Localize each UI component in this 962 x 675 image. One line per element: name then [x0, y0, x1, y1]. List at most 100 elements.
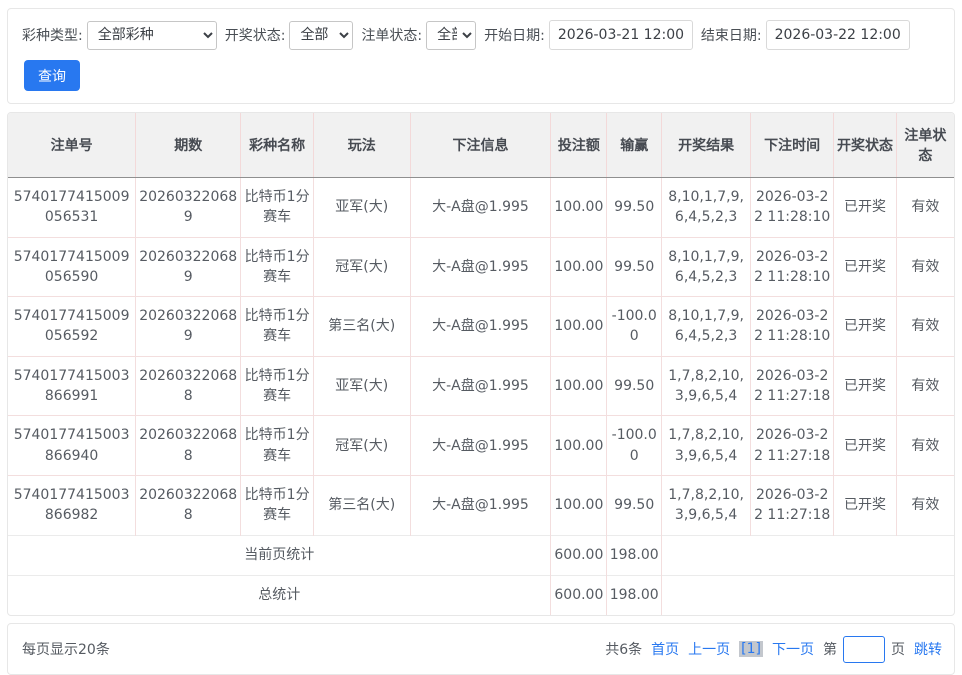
table-cell-8: 2026-03-22 11:28:10	[751, 297, 834, 357]
table-row: 5740177415009056592202603220689比特币1分赛车第三…	[8, 297, 954, 357]
table-cell-1: 202603220689	[136, 178, 241, 238]
table-cell-5: 100.00	[551, 297, 607, 357]
column-header-7: 开奖结果	[662, 113, 751, 178]
column-header-9: 开奖状态	[834, 113, 896, 178]
table-cell-10: 有效	[896, 475, 954, 535]
prev-page-link[interactable]: 上一页	[688, 639, 730, 659]
bet-records-table-panel: 注单号期数彩种名称玩法下注信息投注额输赢开奖结果下注时间开奖状态注单状态 574…	[7, 112, 955, 616]
table-cell-7: 8,10,1,7,9,6,4,5,2,3	[662, 297, 751, 357]
table-cell-2: 比特币1分赛车	[241, 416, 314, 476]
table-cell-8: 2026-03-22 11:27:18	[751, 475, 834, 535]
table-cell-2: 比特币1分赛车	[241, 297, 314, 357]
table-cell-9: 已开奖	[834, 297, 896, 357]
table-row: 5740177415003866940202603220688比特币1分赛车冠军…	[8, 416, 954, 476]
column-header-0: 注单号	[8, 113, 136, 178]
table-cell-4: 大-A盘@1.995	[410, 178, 551, 238]
table-cell-3: 亚军(大)	[314, 178, 410, 238]
page-summary-bet-total: 600.00	[551, 535, 607, 575]
table-cell-5: 100.00	[551, 416, 607, 476]
table-cell-5: 100.00	[551, 356, 607, 416]
table-cell-10: 有效	[896, 416, 954, 476]
order-status-label: 注单状态:	[361, 25, 422, 45]
total-summary-row: 总统计 600.00 198.00	[8, 575, 954, 615]
table-cell-8: 2026-03-22 11:28:10	[751, 178, 834, 238]
table-cell-1: 202603220688	[136, 475, 241, 535]
total-summary-label: 总统计	[8, 575, 551, 615]
column-header-10: 注单状态	[896, 113, 954, 178]
table-cell-0: 5740177415009056531	[8, 178, 136, 238]
column-header-6: 输赢	[607, 113, 662, 178]
first-page-link[interactable]: 首页	[651, 639, 679, 659]
pager: 共6条 首页 上一页 [1] 下一页 第 页 跳转	[596, 636, 942, 663]
table-cell-8: 2026-03-22 11:28:10	[751, 237, 834, 297]
column-header-1: 期数	[136, 113, 241, 178]
next-page-link[interactable]: 下一页	[772, 639, 814, 659]
table-body: 5740177415009056531202603220689比特币1分赛车亚军…	[8, 178, 954, 536]
column-header-8: 下注时间	[751, 113, 834, 178]
table-cell-1: 202603220689	[136, 297, 241, 357]
table-cell-10: 有效	[896, 178, 954, 238]
lottery-type-label: 彩种类型:	[22, 25, 83, 45]
total-summary-empty-cell	[662, 575, 954, 615]
total-summary-win-total: 198.00	[607, 575, 662, 615]
jump-button[interactable]: 跳转	[914, 639, 942, 659]
jump-page-prefix: 第	[823, 639, 837, 659]
table-cell-1: 202603220688	[136, 416, 241, 476]
table-cell-7: 1,7,8,2,10,3,9,6,5,4	[662, 475, 751, 535]
draw-status-select[interactable]: 全部	[289, 21, 353, 50]
table-cell-2: 比特币1分赛车	[241, 237, 314, 297]
table-cell-6: 99.50	[607, 475, 662, 535]
table-row: 5740177415003866991202603220688比特币1分赛车亚军…	[8, 356, 954, 416]
table-cell-2: 比特币1分赛车	[241, 356, 314, 416]
jump-page-suffix: 页	[891, 639, 905, 659]
column-header-3: 玩法	[314, 113, 410, 178]
table-cell-10: 有效	[896, 356, 954, 416]
table-cell-9: 已开奖	[834, 178, 896, 238]
table-summary-body: 当前页统计 600.00 198.00 总统计 600.00 198.00	[8, 535, 954, 615]
table-cell-3: 亚军(大)	[314, 356, 410, 416]
table-cell-6: 99.50	[607, 237, 662, 297]
table-cell-4: 大-A盘@1.995	[410, 297, 551, 357]
query-button[interactable]: 查询	[24, 60, 80, 91]
jump-page-input[interactable]	[843, 636, 885, 663]
table-cell-0: 5740177415003866991	[8, 356, 136, 416]
order-status-select[interactable]: 全部	[426, 21, 476, 50]
table-cell-8: 2026-03-22 11:27:18	[751, 416, 834, 476]
table-cell-7: 8,10,1,7,9,6,4,5,2,3	[662, 237, 751, 297]
filter-row: 彩种类型: 全部彩种 开奖状态: 全部 注单状态: 全部 开始日期: 结束日期:	[18, 20, 944, 50]
table-cell-6: -100.00	[607, 297, 662, 357]
table-cell-4: 大-A盘@1.995	[410, 237, 551, 297]
table-cell-1: 202603220689	[136, 237, 241, 297]
current-page-indicator: [1]	[739, 641, 763, 657]
start-date-input[interactable]	[549, 20, 693, 50]
table-cell-2: 比特币1分赛车	[241, 475, 314, 535]
table-cell-7: 1,7,8,2,10,3,9,6,5,4	[662, 416, 751, 476]
table-cell-9: 已开奖	[834, 356, 896, 416]
table-cell-10: 有效	[896, 297, 954, 357]
pagination-bar: 每页显示20条 共6条 首页 上一页 [1] 下一页 第 页 跳转	[7, 623, 955, 675]
table-cell-3: 冠军(大)	[314, 416, 410, 476]
table-cell-0: 5740177415003866940	[8, 416, 136, 476]
table-row: 5740177415003866982202603220688比特币1分赛车第三…	[8, 475, 954, 535]
table-cell-1: 202603220688	[136, 356, 241, 416]
table-row: 5740177415009056590202603220689比特币1分赛车冠军…	[8, 237, 954, 297]
table-cell-3: 冠军(大)	[314, 237, 410, 297]
page-summary-empty-cell	[662, 535, 954, 575]
table-cell-7: 8,10,1,7,9,6,4,5,2,3	[662, 178, 751, 238]
table-cell-8: 2026-03-22 11:27:18	[751, 356, 834, 416]
start-date-label: 开始日期:	[484, 25, 545, 45]
total-summary-bet-total: 600.00	[551, 575, 607, 615]
table-cell-4: 大-A盘@1.995	[410, 475, 551, 535]
table-cell-2: 比特币1分赛车	[241, 178, 314, 238]
table-cell-6: -100.00	[607, 416, 662, 476]
table-cell-9: 已开奖	[834, 416, 896, 476]
table-cell-4: 大-A盘@1.995	[410, 416, 551, 476]
page-summary-row: 当前页统计 600.00 198.00	[8, 535, 954, 575]
table-cell-0: 5740177415009056590	[8, 237, 136, 297]
bet-records-table: 注单号期数彩种名称玩法下注信息投注额输赢开奖结果下注时间开奖状态注单状态 574…	[8, 113, 954, 615]
draw-status-label: 开奖状态:	[225, 25, 286, 45]
end-date-input[interactable]	[766, 20, 910, 50]
table-cell-5: 100.00	[551, 237, 607, 297]
column-header-2: 彩种名称	[241, 113, 314, 178]
lottery-type-select[interactable]: 全部彩种	[87, 21, 217, 50]
